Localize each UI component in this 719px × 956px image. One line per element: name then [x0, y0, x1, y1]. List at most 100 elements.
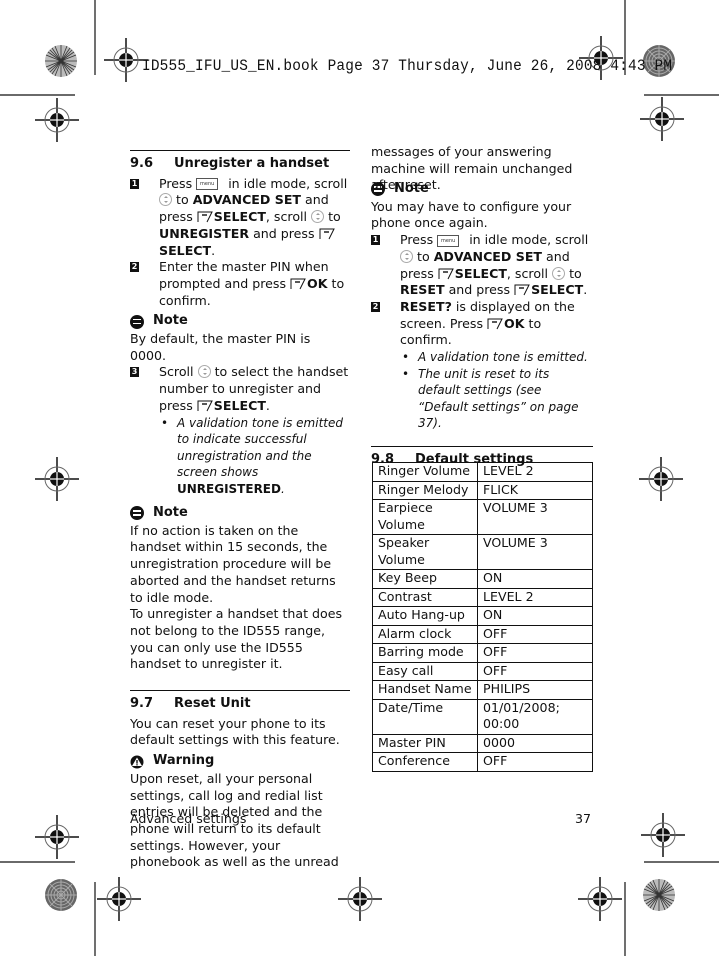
starburst-color-target-icon: [642, 878, 676, 912]
setting-value: ON: [477, 569, 593, 589]
warning-text-continuation: messages of your answering machine will …: [371, 144, 573, 193]
step-1: 1 Press menu in idle mode, scroll to ADV…: [371, 232, 589, 298]
crosshair-registration-icon: [34, 97, 80, 143]
navigation-key-icon: [197, 365, 211, 379]
crosshair-registration-icon: [577, 876, 623, 922]
setting-name: Barring mode: [372, 643, 478, 663]
bullet-item: The unit is reset to its default setting…: [371, 366, 593, 432]
setting-name: Key Beep: [372, 569, 478, 589]
step-number: 1: [130, 178, 139, 189]
soft-key-icon: [438, 268, 454, 279]
step-number: 2: [130, 262, 139, 273]
setting-value: PHILIPS: [477, 680, 593, 700]
soft-key-icon: [487, 318, 503, 329]
crosshair-registration-icon: [639, 96, 685, 142]
note-heading: Note: [130, 505, 350, 522]
bullet-item: A validation tone is emitted.: [371, 349, 593, 366]
footer-page-number: 37: [575, 811, 592, 826]
warning-heading: Warning: [130, 753, 350, 770]
setting-value: 0000: [477, 733, 593, 753]
table-row: Date/Time 01/01/2008; 00:00: [372, 698, 593, 735]
table-row: Ringer Melody FLICK: [372, 480, 593, 500]
table-row: Barring mode OFF: [372, 643, 593, 663]
note-text: You may have to configure your phone onc…: [371, 198, 572, 231]
step-1: 1 Press menu in idle mode, scroll to ADV…: [130, 175, 348, 258]
step-2: 2 Enter the master PIN when prompted and…: [130, 259, 345, 308]
table-row: Contrast LEVEL 2: [372, 587, 593, 607]
table-row: Alarm clock OFF: [372, 624, 593, 644]
left-column: 9.6 Unregister a handset 1 Press menu in…: [130, 150, 350, 871]
navigation-key-icon: [400, 249, 413, 263]
table-row: Key Beep ON: [372, 569, 593, 589]
setting-name: Auto Hang-up: [372, 606, 478, 626]
soft-key-icon: [514, 284, 530, 296]
menu-key-icon: menu: [437, 234, 460, 247]
section-rule: [130, 690, 350, 692]
crosshair-registration-icon: [34, 814, 80, 860]
section-title: Reset Unit: [174, 696, 251, 712]
step-number: 3: [130, 367, 139, 378]
setting-value: 01/01/2008; 00:00: [477, 698, 593, 735]
setting-name: Contrast: [372, 587, 478, 607]
section-rule: [130, 150, 350, 151]
soft-key-icon: [290, 278, 306, 290]
section-9-6-heading: 9.6 Unregister a handset: [130, 156, 350, 173]
note-text: To unregister a handset that does not be…: [130, 606, 343, 672]
table-row: Master PIN 0000: [372, 733, 593, 753]
crosshair-registration-icon: [96, 876, 142, 922]
navigation-key-icon: [552, 266, 566, 280]
table-row: Conference OFF: [372, 752, 593, 772]
setting-value: OFF: [477, 752, 593, 772]
crosshair-registration-icon: [640, 812, 686, 858]
crosshair-registration-icon: [337, 876, 383, 922]
section-9-7-heading: 9.7 Reset Unit: [130, 696, 350, 713]
footer-section-name: Advanced settings: [130, 811, 247, 826]
setting-value: OFF: [477, 643, 593, 663]
warning-icon: [130, 755, 144, 769]
menu-key-icon: menu: [196, 178, 219, 191]
printers-marks: [0, 0, 719, 956]
soft-key-icon: [319, 228, 335, 240]
setting-value: VOLUME 3: [477, 499, 593, 535]
section-number: 9.6: [130, 156, 154, 171]
starburst-color-target-icon: [44, 44, 78, 78]
setting-value: ON: [477, 606, 593, 626]
soft-key-icon: [197, 400, 213, 412]
setting-name: Handset Name: [372, 680, 478, 700]
setting-name: Ringer Volume: [372, 462, 478, 482]
step-2: 2 RESET? is displayed on the screen. Pre…: [371, 298, 575, 348]
setting-name: Master PIN: [372, 733, 478, 753]
setting-name: Ringer Melody: [372, 480, 478, 500]
note-icon: [130, 506, 144, 521]
setting-name: Date/Time: [372, 698, 478, 735]
setting-value: LEVEL 2: [477, 462, 593, 482]
crosshair-registration-icon: [638, 456, 684, 502]
setting-name: Speaker Volume: [372, 534, 478, 570]
section-rule: [371, 445, 593, 447]
starburst-color-target-icon: [44, 878, 78, 912]
crosshair-registration-icon: [34, 456, 80, 502]
bullet-item: A validation tone is emitted to indicate…: [130, 415, 350, 498]
table-row: Auto Hang-up ON: [372, 606, 593, 626]
navigation-key-icon: [311, 210, 325, 224]
table-row: Handset Name PHILIPS: [372, 680, 593, 700]
note-text: By default, the master PIN is 0000.: [130, 331, 311, 363]
print-header: ID555_IFU_US_EN.book Page 37 Thursday, J…: [142, 57, 673, 75]
step-number: 2: [371, 301, 380, 312]
setting-value: OFF: [477, 624, 593, 644]
navigation-key-icon: [159, 193, 172, 207]
setting-name: Earpiece Volume: [372, 499, 478, 535]
setting-value: VOLUME 3: [477, 534, 593, 570]
setting-name: Easy call: [372, 661, 478, 681]
step-number: 1: [371, 235, 380, 246]
note-text: If no action is taken on the handset wit…: [130, 522, 336, 605]
soft-key-icon: [197, 211, 213, 223]
default-settings-table: Ringer Volume LEVEL 2 Ringer Melody FLICK Ea…: [372, 462, 593, 772]
setting-value: LEVEL 2: [477, 587, 593, 607]
table-row: Earpiece Volume VOLUME 3: [372, 499, 593, 535]
section-intro: You can reset your phone to its default …: [130, 715, 340, 748]
setting-value: OFF: [477, 661, 593, 681]
section-title: Unregister a handset: [174, 156, 330, 171]
setting-name: Alarm clock: [372, 624, 478, 644]
note-icon: [130, 314, 144, 329]
